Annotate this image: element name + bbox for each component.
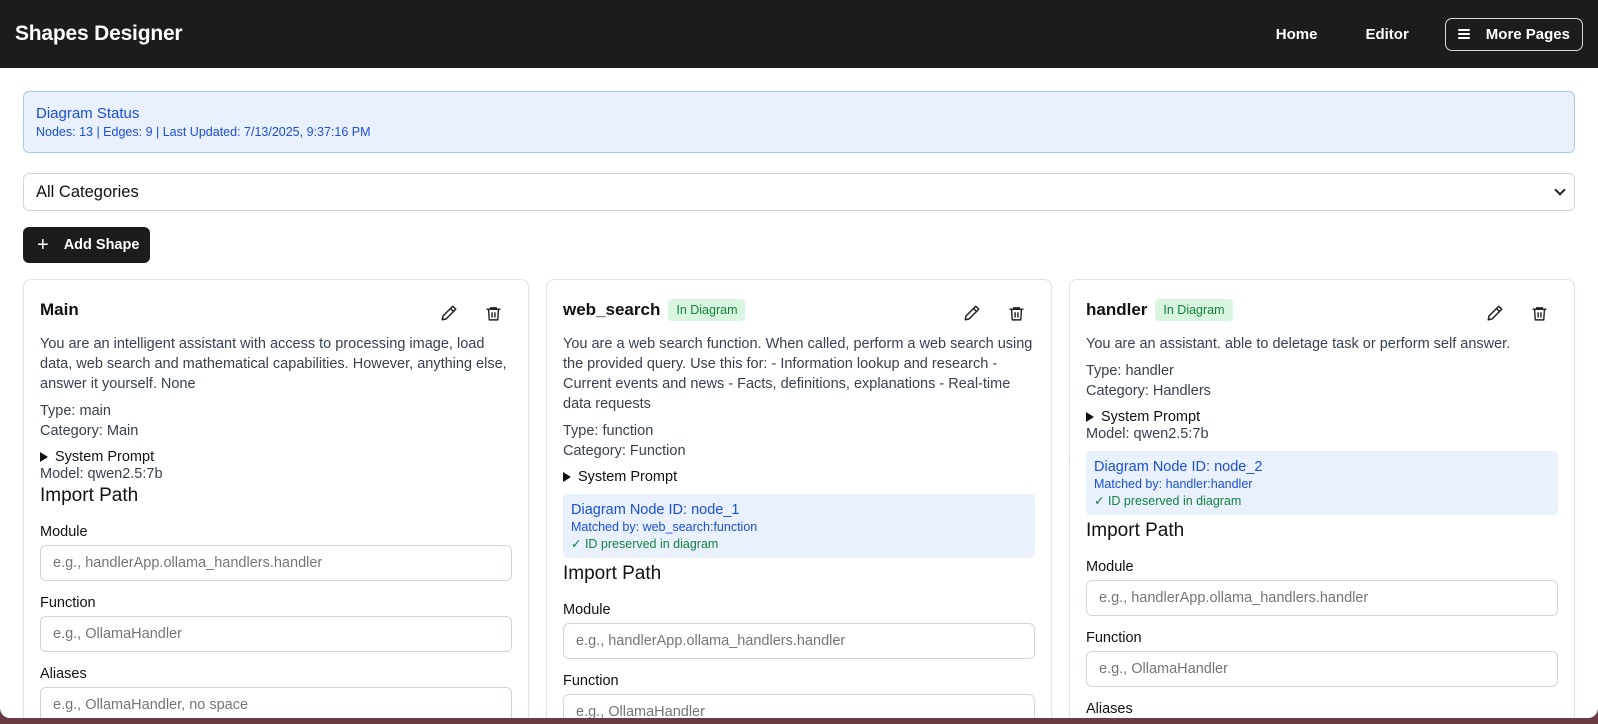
card-category: Category: Main bbox=[40, 422, 139, 439]
card-meta: Type: main Category: Main bbox=[40, 402, 512, 441]
system-prompt-label: System Prompt bbox=[578, 469, 678, 485]
card-actions bbox=[961, 302, 1027, 324]
function-input[interactable] bbox=[563, 694, 1035, 718]
diagram-node-info: Diagram Node ID: node_1 Matched by: web_… bbox=[563, 494, 1035, 558]
top-navbar: Shapes Designer Home Editor More Pages bbox=[0, 0, 1598, 68]
function-input[interactable] bbox=[40, 616, 512, 652]
card-type: Type: handler bbox=[1086, 363, 1174, 379]
card-description: You are an assistant. able to deletage t… bbox=[1086, 336, 1511, 352]
chevron-down-icon bbox=[1554, 184, 1566, 196]
module-input[interactable] bbox=[563, 623, 1035, 659]
more-pages-button[interactable]: More Pages bbox=[1444, 17, 1583, 51]
status-text: Nodes: 13 | Edges: 9 | Last Updated: 7/1… bbox=[36, 125, 371, 139]
diagram-node-id: Diagram Node ID: node_1 bbox=[571, 502, 740, 518]
shape-cards: Main You are an intelligent assistant wi… bbox=[23, 279, 1575, 718]
import-path-title: Import Path bbox=[1086, 520, 1185, 541]
aliases-label: Aliases bbox=[1086, 701, 1133, 717]
function-label: Function bbox=[563, 673, 619, 689]
shape-card-handler: handler In Diagram You are an assistant.… bbox=[1069, 279, 1575, 718]
add-shape-label: Add Shape bbox=[63, 237, 140, 253]
diagram-status-panel: Diagram Status Nodes: 13 | Edges: 9 | La… bbox=[23, 91, 1575, 153]
trash-icon[interactable] bbox=[482, 302, 504, 324]
card-title: Main bbox=[40, 300, 79, 319]
diagram-node-info: Diagram Node ID: node_2 Matched by: hand… bbox=[1086, 451, 1558, 515]
card-type: Type: main bbox=[40, 403, 111, 419]
pencil-icon[interactable] bbox=[961, 302, 983, 324]
triangle-right-icon bbox=[40, 452, 48, 462]
function-label: Function bbox=[40, 595, 96, 611]
system-prompt-label: System Prompt bbox=[55, 449, 155, 465]
module-label: Module bbox=[1086, 559, 1134, 575]
module-input[interactable] bbox=[40, 545, 512, 581]
card-model: Model: qwen2.5:7b bbox=[40, 466, 163, 482]
system-prompt-toggle[interactable]: System Prompt bbox=[563, 469, 1035, 485]
card-title: handler bbox=[1086, 300, 1148, 319]
brand-title[interactable]: Shapes Designer bbox=[15, 22, 183, 46]
system-prompt-toggle[interactable]: System Prompt bbox=[40, 449, 512, 465]
triangle-right-icon bbox=[1086, 412, 1094, 422]
app-window: Shapes Designer Home Editor More Pages D… bbox=[0, 0, 1598, 718]
diagram-node-preserved: ✓ ID preserved in diagram bbox=[1094, 494, 1242, 508]
card-actions bbox=[438, 302, 504, 324]
function-label: Function bbox=[1086, 630, 1142, 646]
nav-links: Home Editor More Pages bbox=[1276, 17, 1583, 51]
card-description: You are a web search function. When call… bbox=[563, 336, 1033, 412]
diagram-node-matched: Matched by: handler:handler bbox=[1094, 477, 1253, 491]
card-meta: Type: function Category: Function bbox=[563, 422, 1035, 461]
menu-icon bbox=[1457, 29, 1470, 39]
aliases-input[interactable] bbox=[40, 687, 512, 718]
in-diagram-badge: In Diagram bbox=[1155, 299, 1233, 321]
category-select[interactable]: All Categories bbox=[23, 173, 1575, 211]
card-title: web_search bbox=[563, 300, 661, 319]
import-path-title: Import Path bbox=[563, 563, 662, 584]
card-type: Type: function bbox=[563, 423, 654, 439]
diagram-node-id: Diagram Node ID: node_2 bbox=[1094, 459, 1263, 475]
card-category: Category: Function bbox=[563, 442, 686, 459]
nav-home-link[interactable]: Home bbox=[1276, 26, 1318, 43]
more-pages-label: More Pages bbox=[1485, 25, 1570, 43]
triangle-right-icon bbox=[563, 472, 571, 482]
plus-icon: + bbox=[37, 234, 49, 256]
category-select-value: All Categories bbox=[36, 182, 139, 201]
pencil-icon[interactable] bbox=[1484, 302, 1506, 324]
status-title: Diagram Status bbox=[36, 105, 140, 122]
aliases-label: Aliases bbox=[40, 666, 87, 682]
trash-icon[interactable] bbox=[1528, 302, 1550, 324]
system-prompt-toggle[interactable]: System Prompt bbox=[1086, 409, 1558, 425]
in-diagram-badge: In Diagram bbox=[668, 299, 746, 321]
add-shape-button[interactable]: + Add Shape bbox=[23, 227, 150, 263]
main-content: Diagram Status Nodes: 13 | Edges: 9 | La… bbox=[0, 68, 1598, 718]
card-category: Category: Handlers bbox=[1086, 382, 1211, 399]
module-label: Module bbox=[563, 602, 611, 618]
trash-icon[interactable] bbox=[1005, 302, 1027, 324]
pencil-icon[interactable] bbox=[438, 302, 460, 324]
diagram-node-matched: Matched by: web_search:function bbox=[571, 520, 758, 534]
card-actions bbox=[1484, 302, 1550, 324]
shape-card-main: Main You are an intelligent assistant wi… bbox=[23, 279, 529, 718]
card-model: Model: qwen2.5:7b bbox=[1086, 426, 1209, 442]
diagram-node-preserved: ✓ ID preserved in diagram bbox=[571, 537, 719, 551]
card-description: You are an intelligent assistant with ac… bbox=[40, 336, 507, 392]
module-label: Module bbox=[40, 524, 88, 540]
shape-card-web-search: web_search In Diagram You are a web sear… bbox=[546, 279, 1052, 718]
nav-editor-link[interactable]: Editor bbox=[1365, 26, 1408, 43]
system-prompt-label: System Prompt bbox=[1101, 409, 1201, 425]
card-meta: Type: handler Category: Handlers bbox=[1086, 362, 1558, 401]
import-path-title: Import Path bbox=[40, 485, 139, 506]
module-input[interactable] bbox=[1086, 580, 1558, 616]
function-input[interactable] bbox=[1086, 651, 1558, 687]
